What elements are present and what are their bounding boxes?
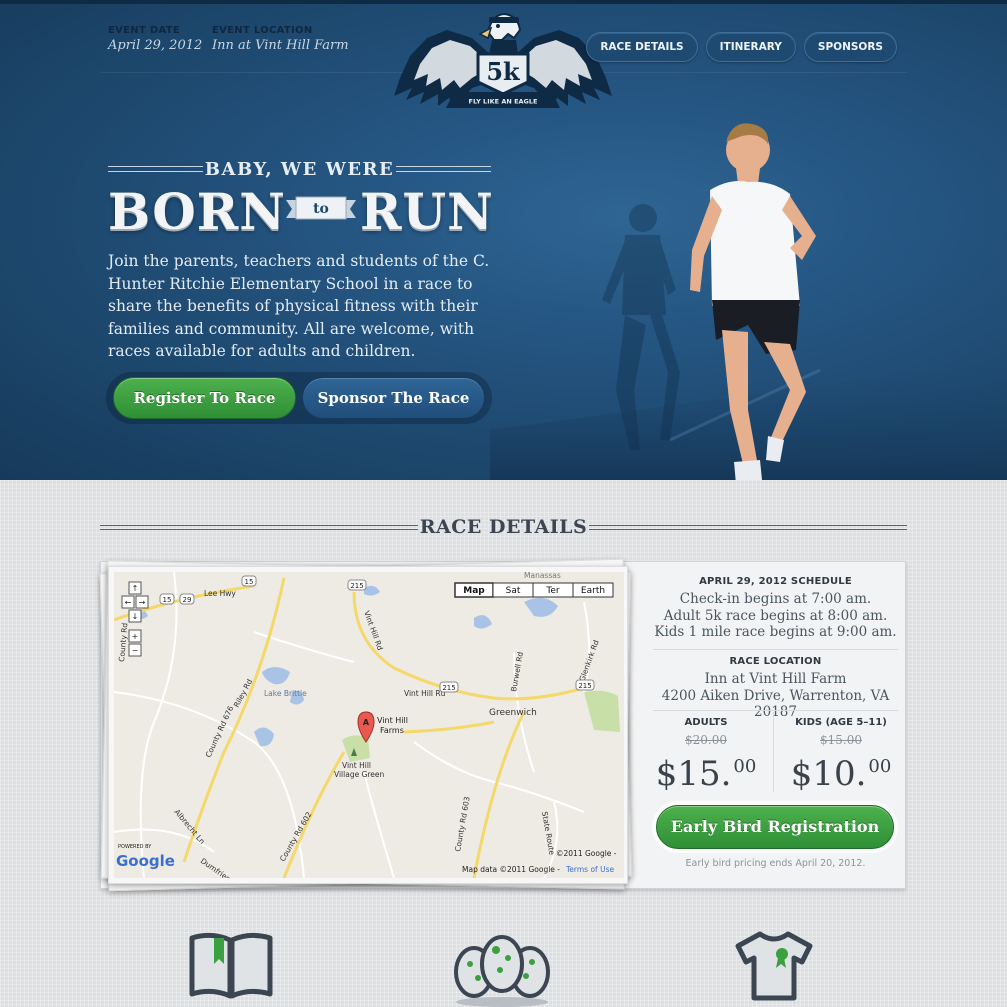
- tagline-word-born: BORN: [108, 182, 286, 241]
- event-location-label: EVENT LOCATION: [212, 25, 313, 36]
- schedule-heading: APRIL 29, 2012 SCHEDULE: [699, 576, 852, 587]
- map-label-village-green-2: Village Green: [334, 770, 385, 779]
- schedule-line: Adult 5k race begins at 8:00 am.: [663, 607, 888, 624]
- map-type-buttons: Map Sat Ter Earth: [454, 582, 614, 598]
- adults-price-cents: 00: [733, 756, 757, 777]
- zoom-out-icon[interactable]: −: [132, 646, 139, 655]
- shield-215-b: 215: [578, 682, 591, 690]
- runner-image: [490, 123, 1007, 480]
- map-type-map[interactable]: Map: [463, 586, 485, 596]
- kids-price-cents: 00: [868, 756, 892, 777]
- kids-price-dollars: $10.: [790, 754, 867, 794]
- marker-letter: A: [363, 718, 370, 727]
- register-button[interactable]: Register To Race: [113, 377, 296, 419]
- schedule-line: Check-in begins at 7:00 am.: [679, 591, 872, 607]
- sponsor-button[interactable]: Sponsor The Race: [302, 377, 485, 419]
- adults-price-dollars: $15.: [655, 754, 732, 794]
- tagline-small: BABY, WE WERE: [108, 158, 491, 182]
- map-type-sat[interactable]: Sat: [506, 586, 521, 596]
- tagline-ribbon: to: [286, 196, 356, 220]
- map-type-ter[interactable]: Ter: [545, 586, 560, 596]
- google-logo[interactable]: Google: [116, 852, 175, 870]
- marker-label-2: Farms: [380, 726, 404, 735]
- hero-section: EVENT DATE April 29, 2012 EVENT LOCATION…: [0, 0, 1007, 480]
- shield-15-a: 15: [245, 578, 254, 586]
- adults-heading: ADULTS: [684, 717, 728, 728]
- location-name: Inn at Vint Hill Farm: [704, 671, 847, 687]
- early-bird-note: Early bird pricing ends April 20, 2012.: [685, 858, 866, 869]
- kids-new-price: $10. 00: [781, 747, 901, 794]
- tagline-connector: to: [313, 201, 329, 217]
- location-address: 4200 Aiken Drive, Warrenton, VA 20187: [661, 687, 890, 721]
- logo-ribbon-text: FLY LIKE AN EAGLE: [469, 98, 538, 106]
- adults-price: ADULTS $20.00 $15. 00: [646, 717, 766, 794]
- event-date: EVENT DATE April 29, 2012: [108, 25, 202, 53]
- schedule-block: APRIL 29, 2012 SCHEDULE Check-in begins …: [653, 576, 898, 641]
- nav-sponsors[interactable]: SPONSORS: [803, 32, 897, 62]
- logo-ribbon: FLY LIKE AN EAGLE: [446, 92, 560, 108]
- map-label-manassas: Manassas: [524, 572, 561, 580]
- main-nav: RACE DETAILS ITINERARY SPONSORS: [586, 32, 897, 62]
- early-bird-button[interactable]: Early Bird Registration: [656, 805, 894, 849]
- eagle-5k-logo[interactable]: 5k FLY LIKE AN EAGLE: [392, 8, 614, 120]
- tagline-big: BORN to RUN: [108, 182, 494, 241]
- pan-right-icon[interactable]: →: [139, 598, 146, 607]
- tagline-small-text: BABY, WE WERE: [204, 159, 395, 180]
- pan-down-icon[interactable]: ↓: [132, 612, 139, 621]
- section-title: RACE DETAILS: [100, 516, 907, 540]
- kids-heading: KIDS (AGE 5–11): [795, 717, 887, 728]
- map-powered-by: POWERED BY: [118, 844, 152, 850]
- top-border: [0, 0, 1007, 4]
- kids-old-price: $15.00: [820, 733, 862, 747]
- location-heading: RACE LOCATION: [729, 656, 822, 667]
- adults-new-price: $15. 00: [646, 747, 766, 794]
- map-label-lake-brittle: Lake Brittle: [264, 689, 307, 698]
- adults-old-price: $20.00: [685, 733, 727, 747]
- divider: [653, 649, 898, 650]
- shield-29: 29: [183, 596, 192, 604]
- nav-race-details[interactable]: RACE DETAILS: [586, 32, 698, 62]
- event-date-value: April 29, 2012: [108, 38, 203, 53]
- section-title-text: RACE DETAILS: [419, 516, 588, 538]
- schedule-line: Kids 1 mile race begins at 9:00 am.: [654, 624, 897, 640]
- map-label-greenwich: Greenwich: [489, 708, 537, 718]
- shield-215-a: 215: [350, 582, 363, 590]
- pan-up-icon[interactable]: ↑: [132, 584, 139, 593]
- map-type-earth[interactable]: Earth: [581, 586, 605, 596]
- map-label-vint-hill-rd-2: Vint Hill Rd: [404, 689, 446, 698]
- cta-group: Register To Race Sponsor The Race: [106, 372, 492, 424]
- zoom-in-icon[interactable]: +: [132, 632, 139, 641]
- map-data-credit: Map data ©2011 Google -: [462, 865, 560, 874]
- map-label-lee-hwy: Lee Hwy: [204, 589, 236, 598]
- book-icon: [189, 932, 273, 999]
- price-divider: [773, 712, 774, 792]
- shield-15-b: 15: [163, 596, 172, 604]
- map-label-village-green-1: Vint Hill: [342, 761, 371, 770]
- map-terms-link[interactable]: Terms of Use: [565, 865, 614, 874]
- divider: [653, 710, 898, 711]
- pan-left-icon[interactable]: ←: [125, 598, 132, 607]
- map-copyright: ©2011 Google -: [556, 849, 617, 858]
- 5k-badge: 5k: [476, 52, 530, 96]
- kids-price: KIDS (AGE 5–11) $15.00 $10. 00: [781, 717, 901, 794]
- event-location: EVENT LOCATION Inn at Vint Hill Farm: [212, 25, 349, 53]
- event-location-value: Inn at Vint Hill Farm: [212, 38, 349, 53]
- marker-label-1: Vint Hill: [377, 716, 408, 725]
- logo-badge-text: 5k: [486, 57, 521, 86]
- eggs-icon: [454, 935, 550, 1007]
- event-date-label: EVENT DATE: [108, 25, 180, 36]
- tagline-word-run: RUN: [360, 182, 494, 241]
- shield-215-c: 215: [442, 684, 455, 692]
- nav-itinerary[interactable]: ITINERARY: [705, 32, 796, 62]
- intro-paragraph: Join the parents, teachers and students …: [108, 252, 490, 360]
- tshirt-icon: [735, 931, 813, 1001]
- race-location-map[interactable]: Lee Hwy Vint Hill Rd Lake Brittle Greenw…: [114, 572, 624, 878]
